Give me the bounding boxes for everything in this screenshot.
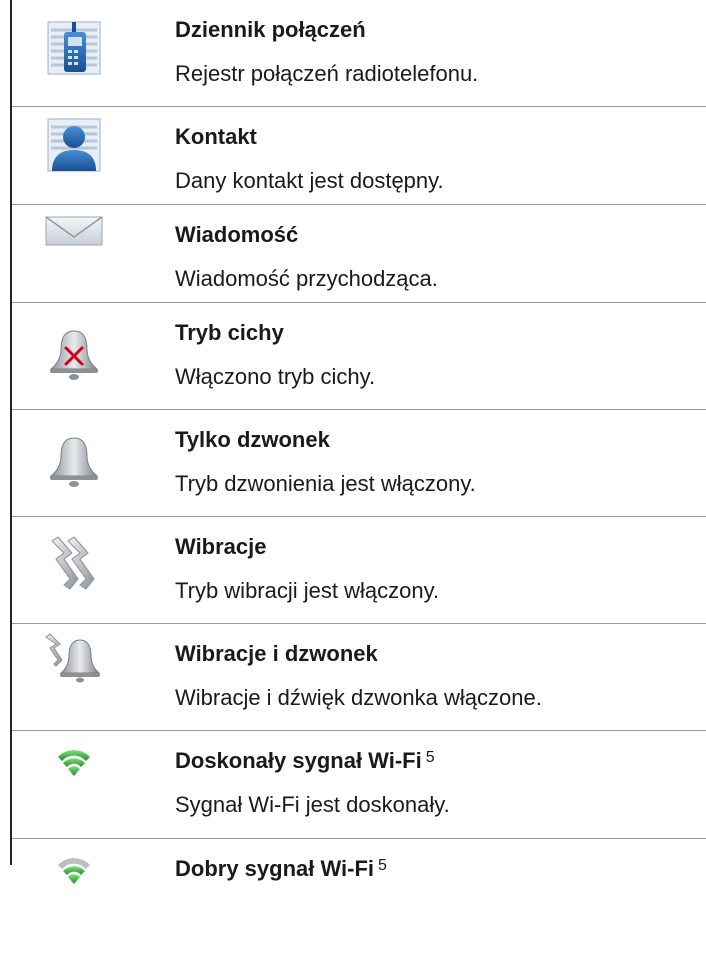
row-title: Wibracje (175, 534, 267, 559)
footnote-marker: 5 (378, 857, 387, 874)
row-description: Sygnał Wi-Fi jest doskonały. (175, 792, 450, 817)
wifi-excellent-icon (44, 741, 104, 797)
contact-icon (44, 117, 104, 173)
envelope-icon (44, 209, 104, 265)
vibrate-bell-icon (44, 630, 104, 686)
table-row: Tylko dzwonek Tryb dzwonienia jest włącz… (12, 410, 706, 517)
table-row: Wibracje Tryb wibracji jest włączony. (12, 517, 706, 624)
row-title: Kontakt (175, 124, 257, 149)
row-title: Dziennik połączeń (175, 17, 366, 42)
row-description: Tryb wibracji jest włączony. (175, 578, 440, 603)
row-description: Wibracje i dźwięk dzwonka włączone. (175, 685, 542, 710)
row-description: Rejestr połączeń radiotelefonu. (175, 61, 479, 86)
table-row: Doskonały sygnał Wi-Fi 5 Sygnał Wi-Fi jes… (12, 731, 706, 839)
table-row: Wiadomość Wiadomość przychodząca. (12, 205, 706, 303)
bell-icon (44, 434, 104, 490)
table-row: Tryb cichy Włączono tryb cichy. (12, 303, 706, 410)
row-title: Doskonały sygnał Wi-Fi 5 (175, 748, 435, 773)
table-row: Dobry sygnał Wi-Fi 5 (12, 839, 706, 973)
table-row: Kontakt Dany kontakt jest dostępny. (12, 107, 706, 205)
icon-table: Dziennik połączeń Rejestr połączeń radio… (12, 0, 706, 973)
table-row: Dziennik połączeń Rejestr połączeń radio… (12, 0, 706, 107)
row-title: Tylko dzwonek (175, 427, 330, 452)
bell-muted-icon (44, 327, 104, 383)
row-description: Wiadomość przychodząca. (175, 266, 438, 291)
row-description: Tryb dzwonienia jest włączony. (175, 471, 476, 496)
wifi-good-icon (44, 849, 104, 905)
row-title: Wiadomość (175, 222, 299, 247)
vibrate-icon (44, 535, 104, 591)
footnote-marker: 5 (425, 749, 435, 766)
row-title: Dobry sygnał Wi-Fi 5 (175, 856, 387, 881)
row-description: Włączono tryb cichy. (175, 364, 376, 389)
row-description: Dany kontakt jest dostępny. (175, 168, 444, 193)
row-title: Wibracje i dzwonek (175, 641, 378, 666)
table-row: Wibracje i dzwonek Wibracje i dźwięk dzw… (12, 624, 706, 731)
call-log-icon (44, 20, 104, 76)
row-title: Tryb cichy (175, 320, 284, 345)
